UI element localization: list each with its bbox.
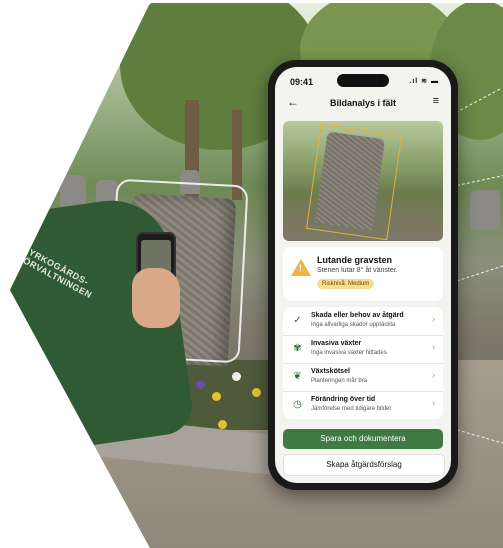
background-gravestone (60, 175, 86, 207)
list-item-title: Skada eller behov av åtgärd (311, 312, 404, 319)
list-item-subtitle: Planteringen mår bra (311, 378, 368, 384)
flower (232, 372, 241, 381)
flower (252, 388, 261, 397)
chevron-right-icon: › (432, 370, 435, 380)
phone-device: 09:41 .ıl ≋ ▬ ← Bildanalys i fält ≡ ! Lu… (268, 60, 458, 490)
signal-wifi-battery-icon: .ıl ≋ ▬ (409, 78, 439, 85)
flower (218, 420, 227, 429)
list-item[interactable]: ✓ Skada eller behov av åtgärd Inga allva… (283, 307, 443, 336)
list-item[interactable]: ✾ Invasiva växter Inga invasiva växter h… (283, 335, 443, 364)
save-document-button[interactable]: Spara och dokumentera (283, 429, 443, 449)
chevron-right-icon: › (432, 342, 435, 352)
detection-box (306, 123, 402, 241)
chevron-right-icon: › (432, 398, 435, 408)
risk-badge: Risknivå: Medium (317, 279, 375, 289)
list-item-title: Växtskötsel (311, 368, 350, 375)
dynamic-island (337, 74, 389, 87)
chevron-right-icon: › (432, 314, 435, 324)
list-item-title: Invasiva växter (311, 340, 362, 347)
alert-title: Lutande gravsten (317, 255, 393, 265)
alert-card[interactable]: ! Lutande gravsten Stenen lutar 8° åt vä… (283, 247, 443, 301)
clock-icon: ◷ (293, 399, 302, 410)
analysis-photo (283, 121, 443, 241)
list-item-subtitle: Inga allvarliga skador upptäckta (311, 322, 396, 328)
list-item-subtitle: Jämförelse med tidigare bilder (311, 406, 392, 412)
status-time: 09:41 (290, 77, 314, 87)
status-bar: 09:41 .ıl ≋ ▬ (275, 67, 451, 89)
warning-triangle-icon: ! (291, 259, 311, 276)
list-item-subtitle: Inga invasiva växter hittades (311, 350, 387, 356)
check-circle-icon: ✓ (293, 315, 302, 326)
hamburger-menu-icon[interactable]: ≡ (433, 95, 439, 107)
hand (132, 268, 180, 328)
leaf-icon: ❦ (293, 371, 302, 382)
list-item[interactable]: ❦ Växtskötsel Planteringen mår bra › (283, 363, 443, 392)
flower (196, 380, 205, 389)
scene: KYRKOGÅRDS- FÖRVALTNINGEN 09:41 .ıl ≋ ▬ … (0, 0, 503, 548)
list-item[interactable]: ◷ Förändring över tid Jämförelse med tid… (283, 391, 443, 419)
page-title: Bildanalys i fält (329, 98, 397, 108)
background-gravestone (470, 190, 500, 230)
alert-subtitle: Stenen lutar 8° åt vänster. (317, 267, 398, 274)
flower (212, 392, 221, 401)
phone-screen: 09:41 .ıl ≋ ▬ ← Bildanalys i fält ≡ ! Lu… (275, 67, 451, 483)
nav-bar: ← Bildanalys i fält ≡ (275, 93, 451, 115)
create-action-proposal-button[interactable]: Skapa åtgärdsförslag (283, 454, 445, 476)
checks-list: ✓ Skada eller behov av åtgärd Inga allva… (283, 307, 443, 419)
plant-icon: ✾ (293, 343, 302, 354)
list-item-title: Förändring över tid (311, 396, 376, 403)
